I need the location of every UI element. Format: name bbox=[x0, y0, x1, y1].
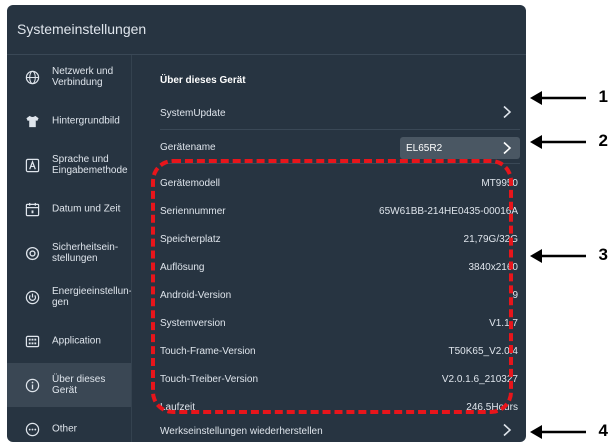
keyboard-a-icon bbox=[25, 158, 40, 173]
sidebar-item-label: Application bbox=[52, 335, 101, 347]
sidebar-item-network[interactable]: Netzwerk und Verbindung bbox=[7, 55, 131, 99]
marker-number: 2 bbox=[598, 131, 608, 150]
sidebar-item-label: Sprache und Eingabemethode bbox=[52, 154, 128, 176]
system-update-row[interactable]: SystemUpdate bbox=[160, 99, 520, 127]
annotation-marker-4: 4 bbox=[530, 421, 608, 443]
calendar-icon bbox=[25, 202, 40, 217]
sidebar-item-security[interactable]: Sicherheitsein-stellungen bbox=[7, 231, 131, 275]
device-name-row: Gerätename EL65R2 bbox=[160, 133, 520, 161]
device-name-value: EL65R2 bbox=[406, 143, 443, 154]
sidebar-item-application[interactable]: Application bbox=[7, 319, 131, 363]
sidebar-item-label: Sicherheitsein-stellungen bbox=[52, 242, 119, 264]
annotation-marker-2: 2 bbox=[530, 131, 608, 153]
factory-reset-row[interactable]: Werkseinstellungen wiederherstellen bbox=[160, 417, 520, 442]
app-grid-icon bbox=[25, 334, 40, 349]
shield-icon bbox=[25, 246, 40, 261]
system-update-label: SystemUpdate bbox=[160, 108, 226, 119]
power-icon bbox=[25, 290, 40, 305]
section-title: Über dieses Gerät bbox=[160, 75, 246, 86]
sidebar-item-label: Netzwerk und Verbindung bbox=[52, 66, 114, 88]
device-name-label: Gerätename bbox=[160, 142, 216, 153]
sidebar-item-wallpaper[interactable]: Hintergrundbild bbox=[7, 99, 131, 143]
globe-icon bbox=[25, 70, 40, 85]
title-bar: Systemeinstellungen bbox=[7, 5, 526, 55]
window-title: Systemeinstellungen bbox=[17, 21, 147, 37]
more-icon bbox=[25, 422, 40, 437]
sidebar-item-datetime[interactable]: Datum und Zeit bbox=[7, 187, 131, 231]
sidebar: Netzwerk und Verbindung Hintergrundbild … bbox=[7, 55, 133, 442]
marker-number: 1 bbox=[598, 87, 608, 106]
arrow-left-icon bbox=[530, 91, 586, 105]
sidebar-item-language[interactable]: Sprache und Eingabemethode bbox=[7, 143, 131, 187]
info-value: 9 bbox=[512, 290, 518, 301]
row-divider bbox=[160, 129, 520, 130]
sidebar-item-label: Energieeinstellun-gen bbox=[52, 286, 133, 308]
arrow-left-icon bbox=[530, 425, 586, 439]
sidebar-item-power[interactable]: Energieeinstellun-gen bbox=[7, 275, 133, 319]
shirt-icon bbox=[25, 114, 40, 129]
annotation-marker-3: 3 bbox=[530, 245, 608, 267]
arrow-left-icon bbox=[530, 249, 586, 263]
annotation-marker-1: 1 bbox=[530, 87, 608, 109]
sidebar-item-label: Datum und Zeit bbox=[52, 203, 121, 215]
marker-number: 4 bbox=[598, 421, 608, 440]
arrow-left-icon bbox=[530, 135, 586, 149]
marker-number: 3 bbox=[598, 245, 608, 264]
chevron-right-icon bbox=[502, 423, 512, 437]
sidebar-item-label: Über dieses Gerät bbox=[52, 374, 106, 396]
device-name-field[interactable]: EL65R2 bbox=[400, 137, 520, 159]
chevron-right-icon bbox=[502, 141, 512, 155]
chevron-right-icon bbox=[502, 105, 512, 119]
highlight-frame bbox=[151, 159, 513, 414]
sidebar-item-label: Other bbox=[52, 423, 78, 435]
sidebar-item-label: Hintergrundbild bbox=[52, 115, 120, 127]
info-icon bbox=[25, 378, 40, 393]
sidebar-item-other[interactable]: Other bbox=[7, 407, 131, 442]
factory-reset-label: Werkseinstellungen wiederherstellen bbox=[160, 426, 323, 437]
sidebar-item-about[interactable]: Über dieses Gerät bbox=[7, 363, 131, 407]
